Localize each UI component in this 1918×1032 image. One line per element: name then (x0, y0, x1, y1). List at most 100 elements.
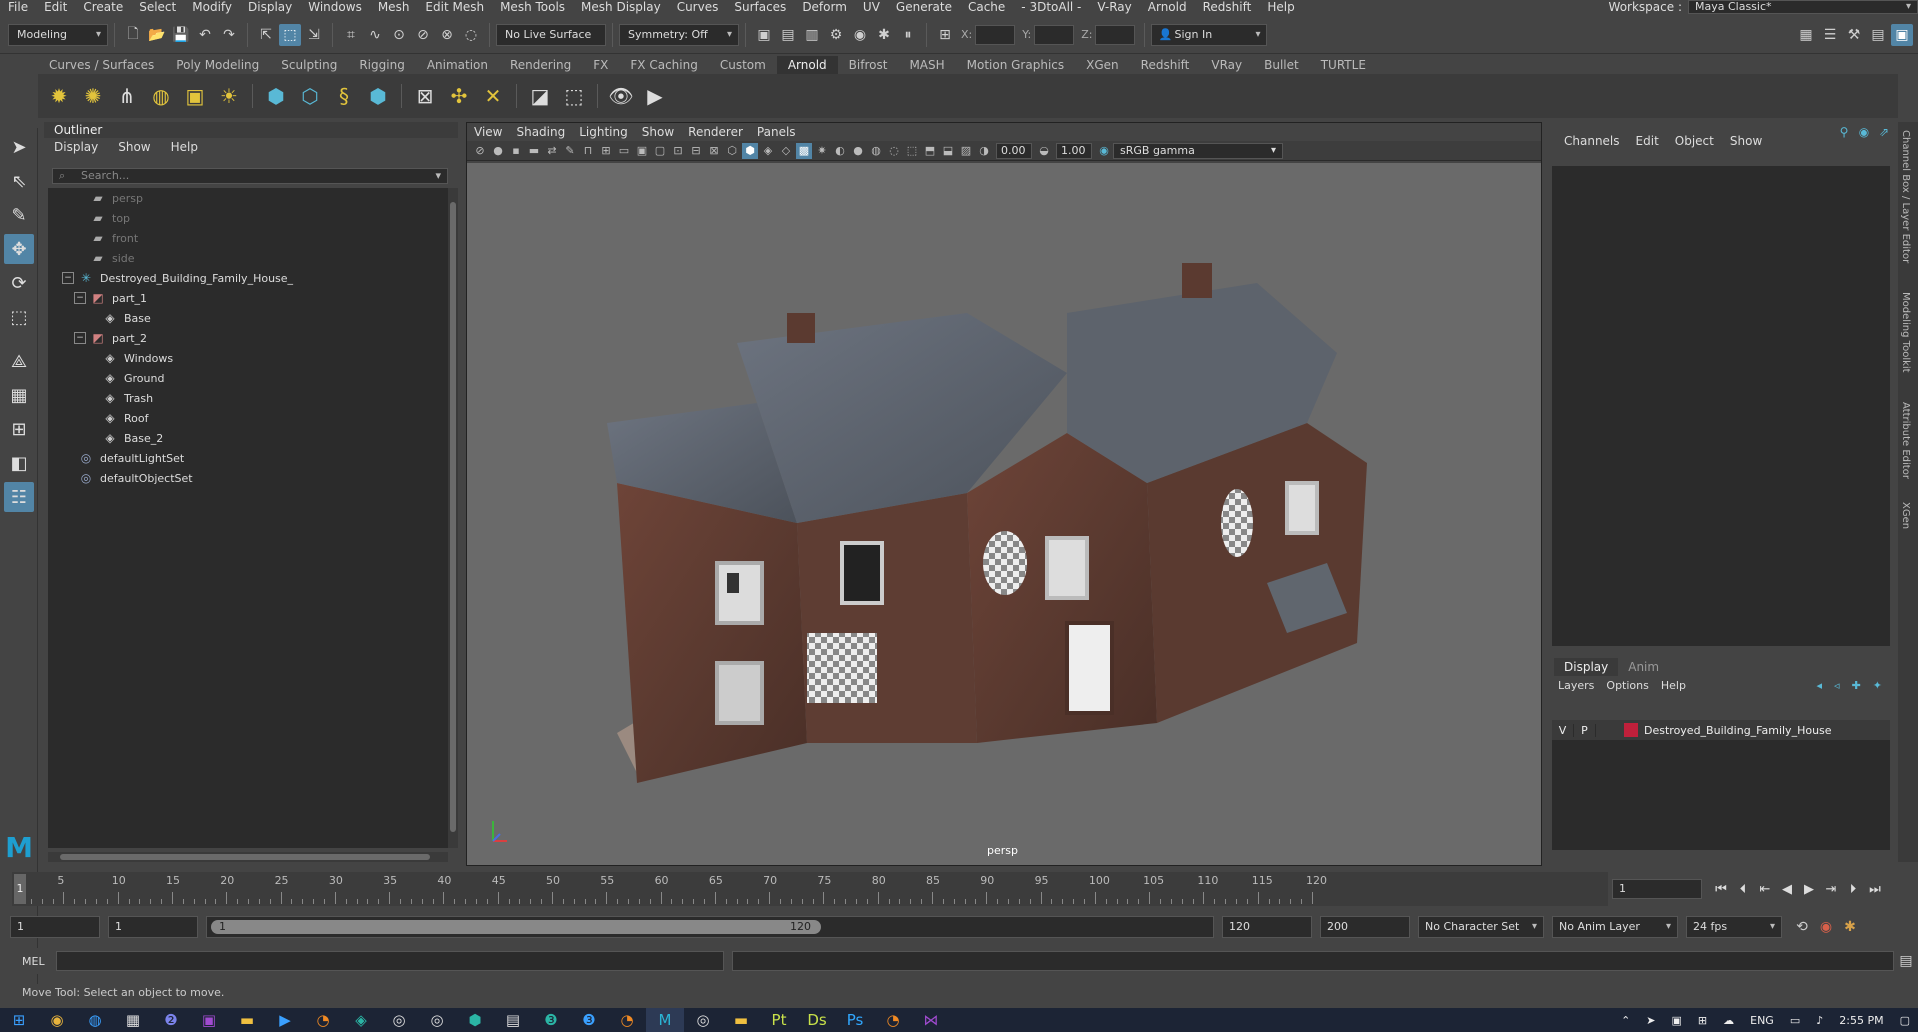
physical-sky-icon[interactable]: ☀ (213, 80, 245, 112)
menu-uv[interactable]: UV (855, 0, 888, 14)
new-scene-icon[interactable]: 🗋 (122, 24, 144, 46)
onenote-icon[interactable]: ▣ (190, 1008, 228, 1032)
app-icon[interactable]: ◈ (342, 1008, 380, 1032)
xray-icon[interactable]: ◇ (778, 143, 794, 159)
license-icon[interactable]: ✕ (477, 80, 509, 112)
select-tool-icon[interactable]: ➤ (4, 132, 34, 162)
safe-action-icon[interactable]: ⊟ (688, 143, 704, 159)
playback-end-field[interactable]: 120 (1222, 916, 1312, 938)
area-light-icon[interactable]: ✹ (43, 80, 75, 112)
curve-collector-icon[interactable]: § (328, 80, 360, 112)
new-layer-selected-icon[interactable]: ✦ (1867, 679, 1888, 692)
outliner-item[interactable]: ◎ defaultObjectSet (48, 468, 448, 488)
shelf-tab-rendering[interactable]: Rendering (499, 56, 582, 74)
outliner-hscrollbar[interactable] (48, 852, 448, 862)
safe-title-icon[interactable]: ⊠ (706, 143, 722, 159)
menu-redshift[interactable]: Redshift (1195, 0, 1260, 14)
side-tab-xgen[interactable]: XGen (1900, 502, 1911, 529)
shelf-tab-sculpting[interactable]: Sculpting (270, 56, 348, 74)
calculator-icon[interactable]: ▦ (114, 1008, 152, 1032)
chevron-down-icon[interactable]: ▾ (435, 169, 441, 183)
snap-live-icon[interactable]: ◌ (460, 24, 482, 46)
menu-arnold[interactable]: Arnold (1140, 0, 1195, 14)
viewport-menu-show[interactable]: Show (635, 125, 681, 139)
blender-icon[interactable]: ◔ (304, 1008, 342, 1032)
single-perspective-icon[interactable]: ▦ (4, 380, 34, 410)
ipr-render-icon[interactable]: ▥ (801, 24, 823, 46)
layer-playback-toggle[interactable]: P (1574, 723, 1596, 737)
outliner-item[interactable]: ▰ top (48, 208, 448, 228)
channel-box-icon[interactable]: ▤ (1867, 24, 1889, 46)
menu-edit-mesh[interactable]: Edit Mesh (417, 0, 492, 14)
image-plane-icon[interactable]: ▬ (526, 143, 542, 159)
smooth-shade-icon[interactable]: ⬢ (742, 142, 758, 159)
menu-v-ray[interactable]: V-Ray (1089, 0, 1139, 14)
symmetry-dropdown[interactable]: Symmetry: Off (619, 23, 739, 46)
last-tool-icon[interactable]: ⟁ (4, 346, 34, 376)
bookmarks-icon[interactable]: ▪ (508, 143, 524, 159)
viewport-menu-shading[interactable]: Shading (509, 125, 572, 139)
select-object-icon[interactable]: ⬚ (279, 23, 301, 46)
skydome-light-icon[interactable]: ◍ (145, 80, 177, 112)
menu-3dtoall[interactable]: - 3DtoAll - (1013, 0, 1089, 14)
layer-editor-toggle-icon[interactable]: ◉ (1855, 124, 1873, 140)
arnold-render-icon[interactable]: ✱ (873, 24, 895, 46)
auto-key-icon[interactable]: ◉ (1815, 916, 1837, 938)
app-icon[interactable]: ◎ (380, 1008, 418, 1032)
snap-surface-icon[interactable]: ⊗ (436, 24, 458, 46)
shelf-tab-arnold[interactable]: Arnold (776, 56, 838, 74)
channel-box-menu-channels[interactable]: Channels (1556, 134, 1628, 152)
render-frame-icon[interactable]: ▤ (777, 24, 799, 46)
app-icon[interactable]: ▤ (494, 1008, 532, 1032)
visual-studio-icon[interactable]: ⋈ (912, 1008, 950, 1032)
move-layer-up-icon[interactable]: ◂ (1811, 679, 1829, 692)
sign-in-button[interactable]: 👤 Sign In (1151, 23, 1268, 46)
menu-deform[interactable]: Deform (794, 0, 855, 14)
snap-curve-icon[interactable]: ∿ (364, 24, 386, 46)
exposure-icon[interactable]: ◑ (976, 143, 992, 159)
transform-field-icon[interactable]: ⊞ (934, 24, 956, 46)
side-tab-channel-box[interactable]: Channel Box / Layer Editor (1900, 130, 1911, 263)
menu-edit[interactable]: Edit (36, 0, 75, 14)
channel-box-menu-object[interactable]: Object (1667, 134, 1722, 152)
mesh-light-icon[interactable]: ✺ (77, 80, 109, 112)
select-hierarchy-icon[interactable]: ⇱ (255, 24, 277, 46)
film-gate-icon[interactable]: ▭ (616, 143, 632, 159)
resolution-gate-icon[interactable]: ▣ (634, 143, 650, 159)
light-portal-icon[interactable]: ▣ (179, 80, 211, 112)
shelf-tab-animation[interactable]: Animation (416, 56, 499, 74)
tray-chevron-icon[interactable]: ⌃ (1621, 1014, 1630, 1027)
color-management-icon[interactable]: ◉ (1096, 143, 1112, 159)
scroll-thumb[interactable] (450, 202, 456, 832)
live-surface-field[interactable]: No Live Surface (496, 23, 606, 46)
tray-app-icon[interactable]: ▣ (1672, 1014, 1682, 1027)
menu-generate[interactable]: Generate (888, 0, 960, 14)
lasso-tool-icon[interactable]: ⇖ (4, 166, 34, 196)
shelf-tab-fx[interactable]: FX (582, 56, 619, 74)
field-chart-icon[interactable]: ⊡ (670, 143, 686, 159)
create-standin-icon[interactable]: ⬢ (260, 80, 292, 112)
open-scene-icon[interactable]: 📂 (146, 24, 168, 46)
anim-layer-dropdown[interactable]: No Anim Layer (1552, 916, 1678, 938)
character-set-dropdown[interactable]: No Character Set (1418, 916, 1544, 938)
export-standin-icon[interactable]: ⬡ (294, 80, 326, 112)
grease-pencil-icon[interactable]: ✎ (562, 143, 578, 159)
side-tab-modeling-toolkit[interactable]: Modeling Toolkit (1900, 292, 1911, 373)
app-icon[interactable]: ❸ (532, 1008, 570, 1032)
viewport-scene[interactable]: persp (467, 163, 1541, 865)
outliner-item[interactable]: ◎ defaultLightSet (48, 448, 448, 468)
expand-toggle-icon[interactable]: − (62, 272, 74, 284)
use-all-lights-icon[interactable]: ✷ (814, 143, 830, 159)
bookmark-icon[interactable]: ⊓ (580, 143, 596, 159)
photometric-light-icon[interactable]: ⋔ (111, 80, 143, 112)
substance-designer-icon[interactable]: Ds (798, 1008, 836, 1032)
shelf-tab-redshift[interactable]: Redshift (1130, 56, 1201, 74)
menu-file[interactable]: File (0, 0, 36, 14)
exposure-field[interactable]: 0.00 (996, 142, 1032, 159)
menu-mesh-display[interactable]: Mesh Display (573, 0, 669, 14)
xray-active-icon[interactable]: ⬓ (940, 143, 956, 159)
current-frame-marker[interactable]: 1 (14, 874, 26, 904)
outliner-vscrollbar[interactable] (448, 188, 458, 848)
step-back-key-icon[interactable]: ⇤ (1754, 882, 1776, 897)
render-view-shelf-icon[interactable]: 👁 (605, 80, 637, 112)
